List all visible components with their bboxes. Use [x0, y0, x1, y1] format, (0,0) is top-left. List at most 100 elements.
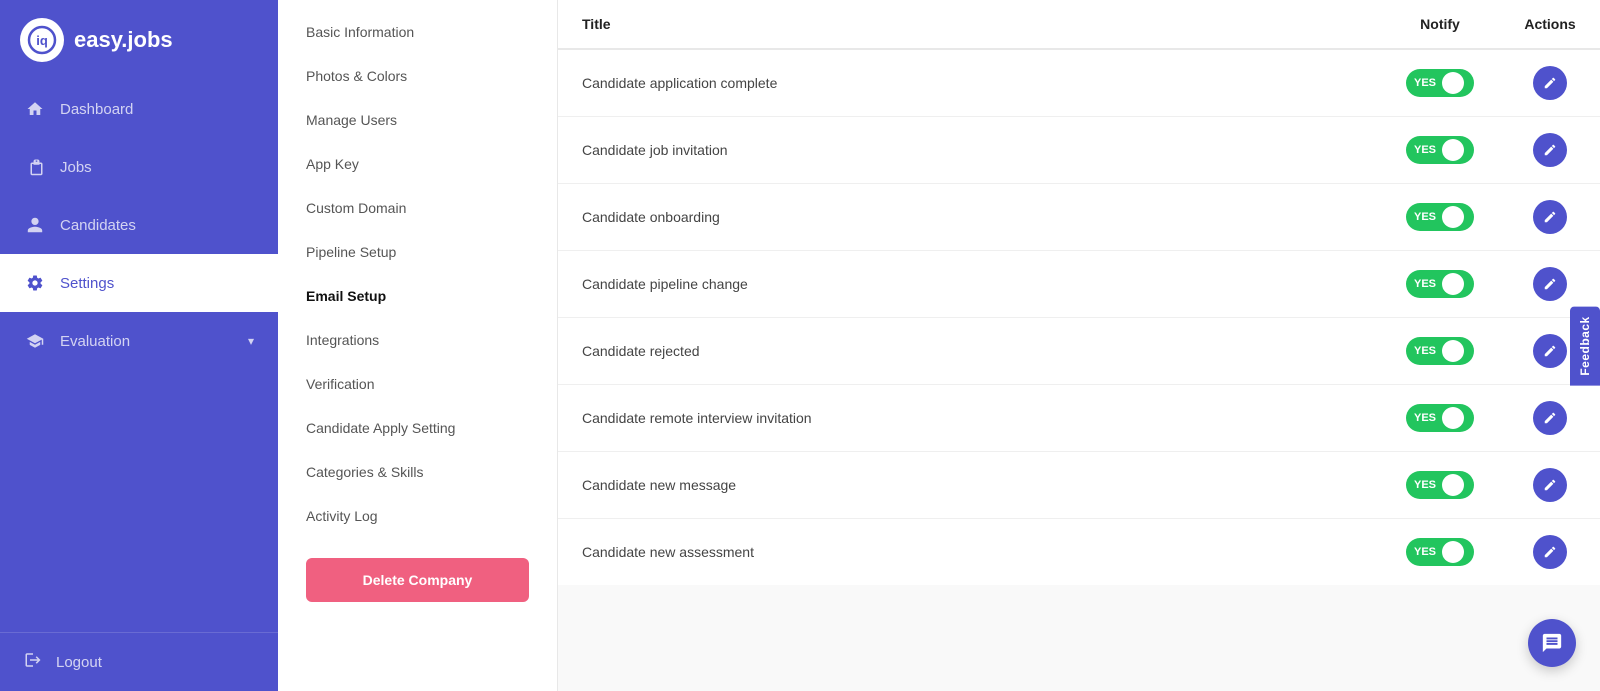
chat-button[interactable]: [1528, 619, 1576, 667]
row-title: Candidate new message: [558, 452, 1380, 519]
col-title: Title: [558, 0, 1380, 49]
notify-toggle[interactable]: YES: [1406, 203, 1474, 231]
sidebar-item-label: Evaluation: [60, 333, 130, 350]
row-actions: [1500, 385, 1600, 452]
table-row: Candidate new assessment YES: [558, 519, 1600, 586]
edit-button[interactable]: [1533, 535, 1567, 569]
col-notify: Notify: [1380, 0, 1500, 49]
sidebar-item-candidates[interactable]: Candidates: [0, 196, 278, 254]
logout-item[interactable]: Logout: [0, 632, 278, 691]
row-notify: YES: [1380, 117, 1500, 184]
sidebar-item-jobs[interactable]: Jobs: [0, 138, 278, 196]
sidebar: iq easy.jobs Dashboard Jobs Candidates: [0, 0, 278, 691]
notify-toggle[interactable]: YES: [1406, 471, 1474, 499]
edit-button[interactable]: [1533, 468, 1567, 502]
briefcase-icon: [24, 156, 46, 178]
delete-company-button[interactable]: Delete Company: [306, 558, 529, 602]
feedback-sidebar[interactable]: Feedback: [1570, 306, 1600, 385]
row-title: Candidate job invitation: [558, 117, 1380, 184]
toggle-circle: [1442, 474, 1464, 496]
row-actions: [1500, 452, 1600, 519]
chevron-down-icon: ▾: [248, 334, 254, 348]
edit-button[interactable]: [1533, 334, 1567, 368]
settings-nav-item-pipeline-setup[interactable]: Pipeline Setup: [278, 230, 557, 274]
settings-nav-item-app-key[interactable]: App Key: [278, 142, 557, 186]
toggle-yes-label: YES: [1414, 412, 1436, 424]
edit-button[interactable]: [1533, 200, 1567, 234]
toggle-yes-label: YES: [1414, 345, 1436, 357]
toggle-circle: [1442, 72, 1464, 94]
notify-toggle[interactable]: YES: [1406, 270, 1474, 298]
notify-toggle[interactable]: YES: [1406, 136, 1474, 164]
row-actions: [1500, 49, 1600, 117]
edit-button[interactable]: [1533, 133, 1567, 167]
row-title: Candidate pipeline change: [558, 251, 1380, 318]
settings-nav-item-photos-colors[interactable]: Photos & Colors: [278, 54, 557, 98]
toggle-yes-label: YES: [1414, 546, 1436, 558]
table-row: Candidate remote interview invitation YE…: [558, 385, 1600, 452]
notify-toggle[interactable]: YES: [1406, 337, 1474, 365]
settings-nav-item-verification[interactable]: Verification: [278, 362, 557, 406]
row-actions: [1500, 184, 1600, 251]
toggle-yes-label: YES: [1414, 211, 1436, 223]
svg-text:iq: iq: [36, 33, 48, 48]
sidebar-item-label: Jobs: [60, 159, 92, 176]
toggle-circle: [1442, 206, 1464, 228]
logout-icon: [24, 651, 42, 673]
settings-nav-item-candidate-apply-setting[interactable]: Candidate Apply Setting: [278, 406, 557, 450]
content-panel: Title Notify Actions Candidate applicati…: [558, 0, 1600, 691]
home-icon: [24, 98, 46, 120]
main-content: Basic InformationPhotos & ColorsManage U…: [278, 0, 1600, 691]
settings-nav-item-categories-skills[interactable]: Categories & Skills: [278, 450, 557, 494]
sidebar-item-settings[interactable]: Settings: [0, 254, 278, 312]
feedback-label[interactable]: Feedback: [1570, 306, 1600, 385]
row-title: Candidate application complete: [558, 49, 1380, 117]
edit-button[interactable]: [1533, 401, 1567, 435]
edit-button[interactable]: [1533, 66, 1567, 100]
person-icon: [24, 214, 46, 236]
logo-icon: iq: [20, 18, 64, 62]
toggle-yes-label: YES: [1414, 479, 1436, 491]
settings-nav-item-manage-users[interactable]: Manage Users: [278, 98, 557, 142]
sidebar-item-evaluation[interactable]: Evaluation ▾: [0, 312, 278, 370]
edit-button[interactable]: [1533, 267, 1567, 301]
nav-items: Dashboard Jobs Candidates Settings Evalu: [0, 80, 278, 632]
gear-icon: [24, 272, 46, 294]
settings-nav-item-email-setup[interactable]: Email Setup: [278, 274, 557, 318]
settings-nav-item-integrations[interactable]: Integrations: [278, 318, 557, 362]
row-notify: YES: [1380, 385, 1500, 452]
toggle-circle: [1442, 340, 1464, 362]
row-title: Candidate remote interview invitation: [558, 385, 1380, 452]
settings-sidebar: Basic InformationPhotos & ColorsManage U…: [278, 0, 558, 691]
graduation-icon: [24, 330, 46, 352]
row-notify: YES: [1380, 318, 1500, 385]
table-row: Candidate job invitation YES: [558, 117, 1600, 184]
row-notify: YES: [1380, 251, 1500, 318]
notify-toggle[interactable]: YES: [1406, 69, 1474, 97]
toggle-yes-label: YES: [1414, 77, 1436, 89]
table-header-row: Title Notify Actions: [558, 0, 1600, 49]
table-row: Candidate pipeline change YES: [558, 251, 1600, 318]
table-row: Candidate application complete YES: [558, 49, 1600, 117]
email-table: Title Notify Actions Candidate applicati…: [558, 0, 1600, 585]
notify-toggle[interactable]: YES: [1406, 404, 1474, 432]
toggle-circle: [1442, 407, 1464, 429]
logout-label: Logout: [56, 654, 102, 671]
toggle-circle: [1442, 273, 1464, 295]
settings-nav-item-activity-log[interactable]: Activity Log: [278, 494, 557, 538]
sidebar-item-label: Candidates: [60, 217, 136, 234]
row-notify: YES: [1380, 49, 1500, 117]
table-row: Candidate rejected YES: [558, 318, 1600, 385]
table-row: Candidate onboarding YES: [558, 184, 1600, 251]
sidebar-item-dashboard[interactable]: Dashboard: [0, 80, 278, 138]
row-notify: YES: [1380, 519, 1500, 586]
toggle-circle: [1442, 541, 1464, 563]
notify-toggle[interactable]: YES: [1406, 538, 1474, 566]
row-notify: YES: [1380, 184, 1500, 251]
table-row: Candidate new message YES: [558, 452, 1600, 519]
settings-nav-item-custom-domain[interactable]: Custom Domain: [278, 186, 557, 230]
settings-nav-item-basic-information[interactable]: Basic Information: [278, 10, 557, 54]
logo-area: iq easy.jobs: [0, 0, 278, 80]
row-title: Candidate onboarding: [558, 184, 1380, 251]
toggle-yes-label: YES: [1414, 144, 1436, 156]
